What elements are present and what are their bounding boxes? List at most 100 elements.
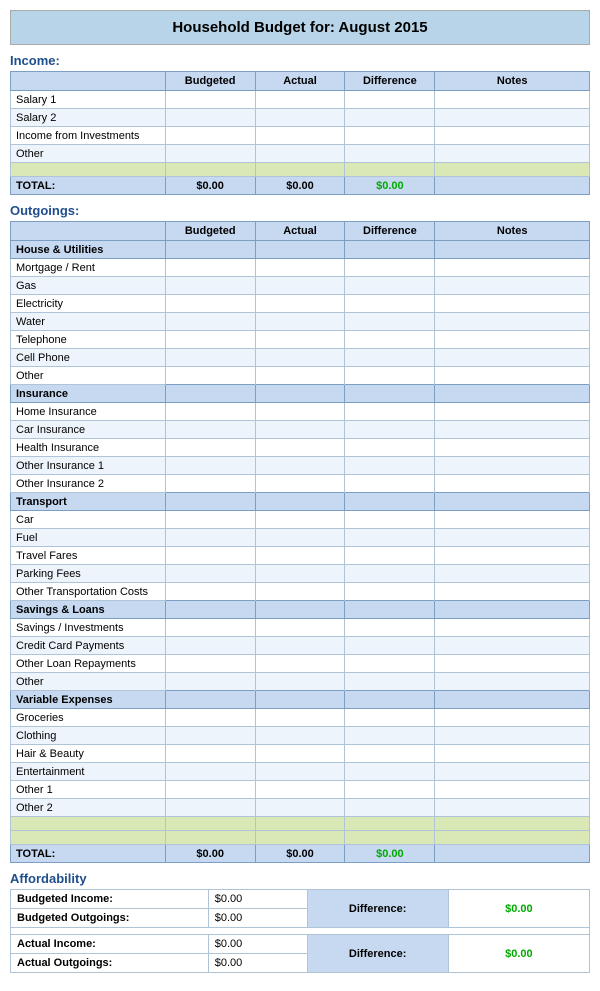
outgoings-actual-cell[interactable] [255,673,345,691]
outgoings-actual-cell[interactable] [255,763,345,781]
income-notes-cell[interactable] [435,127,590,145]
outgoings-diff-cell [345,439,435,457]
outgoings-notes-cell[interactable] [435,781,590,799]
outgoings-notes-cell[interactable] [435,421,590,439]
outgoings-actual-cell[interactable] [255,331,345,349]
outgoings-actual-cell[interactable] [255,313,345,331]
outgoings-notes-cell[interactable] [435,511,590,529]
income-actual-cell[interactable] [255,127,345,145]
outgoings-notes-cell[interactable] [435,655,590,673]
outgoings-budgeted-cell[interactable] [165,259,255,277]
outgoings-budgeted-cell[interactable] [165,673,255,691]
outgoings-budgeted-cell[interactable] [165,745,255,763]
income-actual-cell[interactable] [255,109,345,127]
outgoings-data-row: Other Insurance 1 [11,457,590,475]
outgoings-actual-cell[interactable] [255,745,345,763]
income-budgeted-cell[interactable] [165,109,255,127]
outgoings-row-label: Travel Fares [11,547,166,565]
outgoings-notes-cell[interactable] [435,529,590,547]
outgoings-budgeted-cell[interactable] [165,655,255,673]
outgoings-actual-cell[interactable] [255,781,345,799]
income-actual-cell[interactable] [255,91,345,109]
outgoings-notes-cell[interactable] [435,277,590,295]
outgoings-budgeted-cell[interactable] [165,475,255,493]
outgoings-actual-cell[interactable] [255,421,345,439]
outgoings-actual-cell[interactable] [255,259,345,277]
income-notes-cell[interactable] [435,109,590,127]
income-data-row: Income from Investments [11,127,590,145]
outgoings-actual-cell[interactable] [255,457,345,475]
outgoings-actual-cell[interactable] [255,727,345,745]
outgoings-budgeted-cell[interactable] [165,367,255,385]
outgoings-budgeted-cell[interactable] [165,583,255,601]
outgoings-notes-cell[interactable] [435,799,590,817]
outgoings-budgeted-cell[interactable] [165,799,255,817]
outgoings-actual-cell[interactable] [255,277,345,295]
outgoings-notes-cell[interactable] [435,475,590,493]
outgoings-notes-cell[interactable] [435,637,590,655]
outgoings-actual-cell[interactable] [255,547,345,565]
outgoings-notes-cell[interactable] [435,457,590,475]
outgoings-data-row: Electricity [11,295,590,313]
outgoings-notes-cell[interactable] [435,313,590,331]
outgoings-budgeted-cell[interactable] [165,709,255,727]
outgoings-actual-cell[interactable] [255,367,345,385]
outgoings-budgeted-cell[interactable] [165,403,255,421]
outgoings-budgeted-cell[interactable] [165,457,255,475]
outgoings-actual-cell[interactable] [255,511,345,529]
outgoings-budgeted-cell[interactable] [165,547,255,565]
income-budgeted-cell[interactable] [165,145,255,163]
outgoings-budgeted-cell[interactable] [165,619,255,637]
outgoings-actual-cell[interactable] [255,709,345,727]
outgoings-notes-cell[interactable] [435,547,590,565]
outgoings-diff-cell [345,295,435,313]
income-notes-cell[interactable] [435,145,590,163]
outgoings-notes-cell[interactable] [435,331,590,349]
outgoings-notes-cell[interactable] [435,709,590,727]
outgoings-actual-cell[interactable] [255,403,345,421]
outgoings-budgeted-cell[interactable] [165,637,255,655]
outgoings-notes-cell[interactable] [435,727,590,745]
outgoings-budgeted-cell[interactable] [165,331,255,349]
outgoings-notes-cell[interactable] [435,673,590,691]
outgoings-actual-cell[interactable] [255,619,345,637]
outgoings-budgeted-cell[interactable] [165,439,255,457]
outgoings-budgeted-cell[interactable] [165,763,255,781]
income-notes-cell[interactable] [435,91,590,109]
outgoings-budgeted-cell[interactable] [165,781,255,799]
income-budgeted-cell[interactable] [165,91,255,109]
outgoings-notes-cell[interactable] [435,745,590,763]
outgoings-notes-cell[interactable] [435,763,590,781]
outgoings-budgeted-cell[interactable] [165,349,255,367]
income-budgeted-cell[interactable] [165,127,255,145]
outgoings-notes-cell[interactable] [435,439,590,457]
outgoings-budgeted-cell[interactable] [165,727,255,745]
outgoings-notes-cell[interactable] [435,367,590,385]
outgoings-budgeted-cell[interactable] [165,511,255,529]
outgoings-budgeted-cell[interactable] [165,313,255,331]
outgoings-budgeted-cell[interactable] [165,421,255,439]
outgoings-actual-cell[interactable] [255,799,345,817]
outgoings-actual-cell[interactable] [255,655,345,673]
outgoings-notes-cell[interactable] [435,565,590,583]
outgoings-actual-cell[interactable] [255,295,345,313]
outgoings-budgeted-cell[interactable] [165,295,255,313]
outgoings-actual-cell[interactable] [255,349,345,367]
outgoings-actual-cell[interactable] [255,439,345,457]
outgoings-notes-cell[interactable] [435,259,590,277]
outgoings-notes-cell[interactable] [435,349,590,367]
outgoings-notes-cell[interactable] [435,619,590,637]
income-actual-cell[interactable] [255,145,345,163]
outgoings-notes-cell[interactable] [435,403,590,421]
outgoings-actual-cell[interactable] [255,475,345,493]
outgoings-actual-cell[interactable] [255,637,345,655]
outgoings-budgeted-cell[interactable] [165,277,255,295]
outgoings-notes-cell[interactable] [435,583,590,601]
outgoings-budgeted-cell[interactable] [165,529,255,547]
outgoings-actual-cell[interactable] [255,583,345,601]
outgoings-budgeted-cell[interactable] [165,565,255,583]
income-col-difference: Difference [345,72,435,91]
outgoings-actual-cell[interactable] [255,529,345,547]
outgoings-actual-cell[interactable] [255,565,345,583]
outgoings-notes-cell[interactable] [435,295,590,313]
